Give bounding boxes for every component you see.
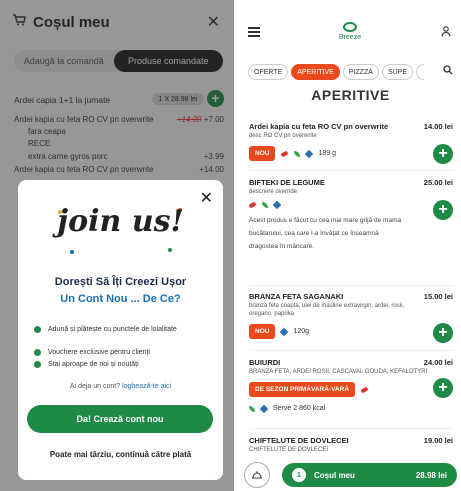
chip-pizzza[interactable]: PIZZZA: [342, 64, 379, 80]
product-description: CHIFTELUTE DE DOVLECEI: [249, 447, 329, 453]
product-price: 15.00 lei: [423, 292, 453, 301]
product-tags: NOU 120g: [249, 324, 453, 339]
product-weight: 120g: [293, 328, 310, 335]
product-tags: [248, 200, 453, 210]
product-tags: DE SEZON PRIMĂVARĂ-VARĂ: [249, 382, 453, 397]
divider: [249, 350, 453, 351]
product-price: 25.00 lei: [423, 178, 453, 187]
product-name: BUIURDI: [249, 358, 281, 367]
product-price: 14.00 lei: [423, 122, 453, 131]
badge-new: NOU: [249, 146, 276, 161]
product-long-description: Acest produs e făcut cu cea mai mare gri…: [249, 217, 402, 250]
vegetarian-icon: [249, 405, 255, 412]
divider: [249, 285, 453, 286]
brand-name: Breeze: [338, 34, 362, 41]
product-card[interactable]: BRANZA FETA SAGANAKI 15.00 lei branza fet…: [249, 292, 453, 343]
create-account-button[interactable]: Da! Crează cont nou: [27, 405, 213, 433]
product-weight: 189 g: [318, 150, 336, 157]
search-icon[interactable]: [443, 65, 453, 78]
product-name: Ardei kapia cu feta RO CV pn overwrite: [249, 122, 389, 131]
signup-modal: ✕ join us! Dorești Să Îți Creezi Ușor Un…: [18, 180, 223, 480]
product-header: BUIURDI 24.00 lei: [249, 358, 453, 367]
continue-to-payment-link[interactable]: Poate mai târziu, continuă către plată: [18, 450, 223, 459]
spicy-icon: [360, 386, 369, 393]
product-description: descriere override: [249, 189, 298, 195]
add-to-cart-button[interactable]: +: [433, 323, 453, 343]
hamburger-menu-icon[interactable]: [248, 27, 260, 37]
allergen-icon: [259, 404, 269, 413]
product-header: CHIFTELUTE DE DOVLECEI 19.00 lei: [249, 436, 453, 445]
check-icon: [34, 326, 41, 333]
cart-panel: Coșul meu ✕ Adaugă la comandă Produse co…: [0, 0, 234, 491]
product-header: Ardei kapia cu feta RO CV pn overwrite 14…: [249, 122, 453, 131]
cart-button-label: Coșul meu: [314, 470, 355, 480]
product-price: 19.00 lei: [423, 436, 453, 445]
product-header: BIFTEKI DE LEGUME 25.00 lei: [249, 178, 453, 187]
sparkle-decoration: [168, 248, 172, 252]
product-description: BRANZA FETA, ARDEI ROSII, CASCAVAL GOUDA…: [249, 369, 428, 375]
check-icon: [34, 361, 41, 368]
section-title: APERITIVE: [311, 87, 390, 103]
product-card[interactable]: BIFTEKI DE LEGUME 25.00 lei descriere ove…: [248, 178, 453, 253]
allergen-icon: [305, 149, 314, 158]
divider: [249, 428, 453, 429]
allergen-icon: [280, 327, 289, 336]
product-card[interactable]: Ardei kapia cu feta RO CV pn overwrite 14…: [249, 122, 453, 164]
badge-new: NOU: [249, 324, 276, 339]
product-name: BRANZA FETA SAGANAKI: [249, 292, 344, 301]
product-serving: Serve 2 860 kcal: [273, 405, 326, 412]
check-icon: [34, 349, 41, 356]
badge-seasonal: DE SEZON PRIMĂVARĂ-VARĂ: [249, 382, 356, 397]
product-tags: Serve 2 860 kcal: [249, 404, 453, 413]
product-tags: NOU 189 g: [249, 146, 453, 161]
brand-logo: Breeze: [330, 22, 370, 41]
menu-panel: Breeze OFERTE APERITIVE PIZZZA SUPE APER…: [240, 0, 461, 491]
chip-oferte[interactable]: OFERTE: [248, 64, 289, 80]
product-name: CHIFTELUTE DE DOVLECEI: [249, 436, 349, 445]
modal-question-line1: Dorești Să Îți Creezi Ușor: [54, 276, 187, 288]
benefit-item: Adună și plătește cu punctele de loialit…: [34, 325, 198, 335]
product-header: BRANZA FETA SAGANAKI 15.00 lei: [249, 292, 453, 301]
vegetarian-icon: [294, 150, 301, 157]
chip-supe[interactable]: SUPE: [381, 64, 414, 80]
chip-overflow[interactable]: [416, 64, 425, 80]
vegetarian-icon: [262, 202, 268, 208]
sparkle-decoration: [70, 250, 74, 254]
divider: [249, 170, 453, 171]
cart-total: 28.98 lei: [415, 470, 447, 480]
spicy-icon: [280, 150, 289, 157]
product-name: BIFTEKI DE LEGUME: [249, 178, 325, 187]
account-prompt: Ai deja un cont? loghează-te aici: [69, 383, 172, 390]
benefit-item: Stai aproape de noi și noutăți: [34, 360, 198, 370]
product-description: branza feta coapta, ulei de masline extr…: [249, 303, 405, 317]
add-to-cart-button[interactable]: +: [433, 144, 453, 164]
bottom-bar: 1 Coșul meu 28.98 lei: [240, 460, 461, 491]
product-card[interactable]: CHIFTELUTE DE DOVLECEI 19.00 lei CHIFTELU…: [249, 436, 453, 454]
product-description: desc RO CV pn overwrite: [249, 133, 317, 139]
cart-count-badge: 1: [292, 468, 306, 482]
product-price: 24.00 lei: [423, 358, 453, 367]
benefit-item: Vouchere exclusive pentru clienți: [34, 348, 198, 358]
add-to-cart-button[interactable]: +: [433, 378, 453, 398]
view-cart-button[interactable]: 1 Coșul meu 28.98 lei: [282, 463, 457, 487]
modal-question-line2: Un Cont Nou ... De Ce?: [60, 293, 181, 305]
join-us-headline: join us!: [57, 204, 184, 239]
spicy-icon: [248, 201, 257, 209]
add-to-cart-button[interactable]: +: [433, 200, 453, 220]
logo-mark: [343, 22, 357, 32]
product-card[interactable]: BUIURDI 24.00 lei BRANZA FETA, ARDEI ROSI…: [249, 358, 453, 413]
chip-aperitive[interactable]: APERITIVE: [291, 64, 340, 80]
allergen-icon: [272, 200, 282, 210]
user-icon[interactable]: [441, 26, 451, 40]
waiter-bell-icon[interactable]: [244, 462, 270, 488]
category-chips: OFERTE APERITIVE PIZZZA SUPE: [248, 64, 425, 80]
login-link[interactable]: loghează-te aici: [122, 383, 171, 390]
